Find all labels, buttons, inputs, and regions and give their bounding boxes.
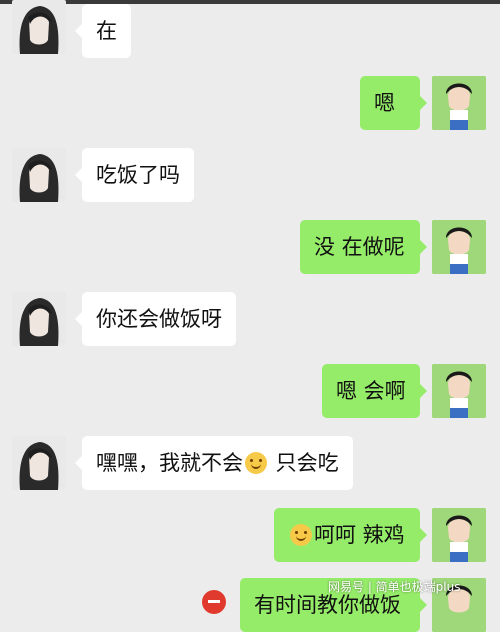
self-avatar[interactable] bbox=[432, 76, 486, 130]
contact-avatar[interactable] bbox=[12, 0, 66, 54]
chat-window: 在 嗯 吃饭了吗 没 在做呢 你还会做饭呀 嗯 会啊 嘿嘿，我就不会 只会吃 呵… bbox=[0, 0, 500, 632]
message-text: 呵呵 辣鸡 bbox=[314, 523, 405, 547]
contact-avatar[interactable] bbox=[12, 436, 66, 490]
message-text: 你还会做饭呀 bbox=[96, 307, 222, 331]
message-text: 嗯 bbox=[374, 91, 395, 115]
message-bubble-incoming[interactable]: 你还会做饭呀 bbox=[75, 292, 236, 346]
message-bubble-incoming[interactable]: 吃饭了吗 bbox=[75, 148, 194, 202]
watermark: 网易号 | 简单也极端plus bbox=[328, 580, 461, 594]
self-avatar[interactable] bbox=[432, 364, 486, 418]
contact-avatar-image bbox=[12, 0, 66, 54]
self-avatar[interactable] bbox=[432, 220, 486, 274]
message-text: 嗯 会啊 bbox=[336, 379, 406, 403]
message-bubble-outgoing[interactable]: 没 在做呢 bbox=[300, 220, 427, 274]
status-bar-edge bbox=[0, 0, 500, 4]
message-text: 在 bbox=[96, 19, 117, 43]
message-text: 没 在做呢 bbox=[314, 235, 405, 259]
smile-emoji-icon bbox=[245, 452, 267, 474]
contact-avatar-image bbox=[12, 292, 66, 346]
smile-emoji-icon bbox=[290, 524, 312, 546]
message-bubble-outgoing[interactable]: 嗯 会啊 bbox=[322, 364, 427, 418]
message-bubble-outgoing[interactable]: 呵呵 辣鸡 bbox=[274, 508, 427, 562]
message-bubble-incoming[interactable]: 在 bbox=[75, 4, 131, 58]
self-avatar-image bbox=[432, 220, 486, 274]
self-avatar[interactable] bbox=[432, 508, 486, 562]
self-avatar-image bbox=[432, 76, 486, 130]
message-text: 嘿嘿，我就不会 bbox=[96, 451, 243, 475]
contact-avatar-image bbox=[12, 436, 66, 490]
message-text: 吃饭了吗 bbox=[96, 163, 180, 187]
contact-avatar[interactable] bbox=[12, 148, 66, 202]
contact-avatar-image bbox=[12, 148, 66, 202]
message-text: 有时间教你做饭 bbox=[254, 593, 401, 617]
message-text: 只会吃 bbox=[269, 451, 339, 475]
self-avatar-image bbox=[432, 508, 486, 562]
message-bubble-outgoing[interactable]: 嗯 bbox=[360, 76, 427, 130]
self-avatar-image bbox=[432, 364, 486, 418]
message-bubble-incoming[interactable]: 嘿嘿，我就不会 只会吃 bbox=[75, 436, 353, 490]
contact-avatar[interactable] bbox=[12, 292, 66, 346]
resend-error-icon[interactable] bbox=[202, 590, 226, 614]
